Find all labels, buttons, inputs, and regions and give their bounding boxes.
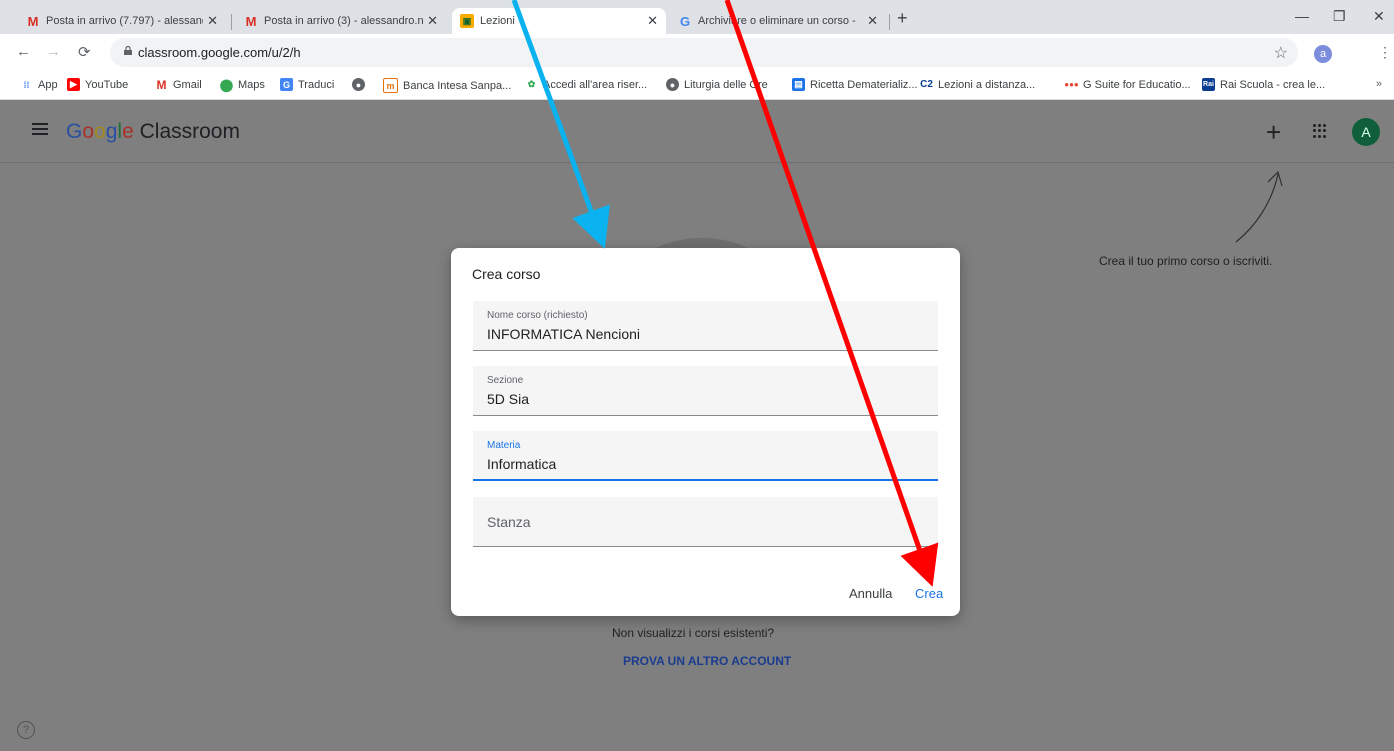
blue-arrow [511,0,610,249]
red-arrow [724,0,939,587]
annotation-arrows [511,0,939,587]
